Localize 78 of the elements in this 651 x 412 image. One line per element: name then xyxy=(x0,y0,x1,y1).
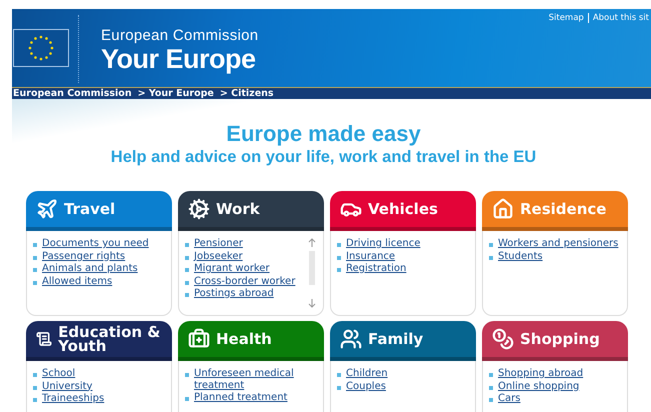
bullet-icon xyxy=(33,243,37,247)
bullet-icon xyxy=(337,373,341,377)
bullet-icon xyxy=(489,373,493,377)
bullet-icon xyxy=(489,398,493,402)
topic-link[interactable]: Cross-border worker xyxy=(194,276,296,287)
subtitle: Help and advice on your life, work and travel in the EU xyxy=(110,147,536,167)
card-title[interactable]: Education & Youth xyxy=(58,325,172,353)
topic-link[interactable]: Animals and plants xyxy=(42,263,138,274)
bullet-icon xyxy=(185,293,189,297)
bullet-icon xyxy=(337,268,341,272)
topic-link[interactable]: Insurance xyxy=(346,250,396,262)
bullet-icon xyxy=(337,243,341,247)
topic-link[interactable]: Traineeships xyxy=(42,393,104,404)
topic-link[interactable]: University xyxy=(42,380,92,392)
plane-icon xyxy=(36,198,58,220)
bullet-icon xyxy=(337,386,341,390)
bullet-icon xyxy=(33,280,37,284)
bullet-icon xyxy=(33,398,37,402)
topic-link[interactable]: Pensioner xyxy=(194,238,243,250)
topic-link[interactable]: Migrant worker xyxy=(194,263,270,274)
topic-link[interactable]: Allowed items xyxy=(42,276,112,287)
bullet-icon xyxy=(33,386,37,390)
bullet-icon xyxy=(185,373,189,377)
card-header[interactable]: Shopping xyxy=(482,321,628,361)
topic-link[interactable]: Couples xyxy=(346,380,386,392)
topic-link[interactable]: Jobseeker xyxy=(194,250,243,262)
topic-link[interactable]: Students xyxy=(498,250,543,262)
topic-link[interactable]: Children xyxy=(346,368,388,380)
breadcrumb-link[interactable]: > Your Europe xyxy=(138,88,214,99)
bullet-icon xyxy=(489,256,493,260)
topic-link[interactable]: Online shopping xyxy=(498,380,580,392)
topic-link[interactable]: Passenger rights xyxy=(42,250,126,262)
topic-link[interactable]: Cars xyxy=(498,393,520,404)
bullet-icon xyxy=(185,280,189,284)
organisation-name: European Commission xyxy=(101,27,258,44)
card-header[interactable]: Work xyxy=(178,191,324,231)
card-header[interactable]: Education & Youth xyxy=(26,321,172,361)
topic-link[interactable]: Shopping abroad xyxy=(498,368,584,380)
coins-icon xyxy=(492,328,514,350)
topic-link[interactable]: Postings abroad xyxy=(194,288,274,300)
bullet-icon xyxy=(489,243,493,247)
bullet-icon xyxy=(185,397,189,401)
site-title: Your Europe xyxy=(101,44,257,74)
topic-link[interactable]: Workers and pensioners xyxy=(498,238,618,250)
topic-link[interactable]: Unforeseen medical treatment xyxy=(194,368,317,391)
top-link[interactable]: About this sit xyxy=(588,13,649,23)
bullet-icon xyxy=(337,256,341,260)
bullet-icon xyxy=(185,256,189,260)
card-title[interactable]: Family xyxy=(368,332,424,346)
card-header[interactable]: Travel xyxy=(26,191,172,231)
card-title[interactable]: Vehicles xyxy=(368,202,438,216)
topic-link[interactable]: Registration xyxy=(346,263,406,274)
topic-link[interactable]: Planned treatment xyxy=(194,392,288,404)
card-title[interactable]: Work xyxy=(216,202,260,216)
flag-icon xyxy=(13,29,69,67)
card-header[interactable]: Health xyxy=(178,321,324,361)
bullet-icon xyxy=(489,386,493,390)
topic-link[interactable]: Documents you need xyxy=(42,238,149,250)
bullet-icon xyxy=(185,243,189,247)
breadcrumb-link[interactable]: > Citizens xyxy=(220,88,274,99)
family-icon xyxy=(340,328,362,350)
top-link[interactable]: Sitemap xyxy=(548,13,584,23)
breadcrumb-link[interactable]: European Commission xyxy=(13,88,132,99)
card-header[interactable]: Family xyxy=(330,321,476,361)
card-title[interactable]: Travel xyxy=(64,202,116,216)
topic-link[interactable]: Driving licence xyxy=(346,238,420,250)
headline: Europe made easy xyxy=(226,121,421,147)
bullet-icon xyxy=(33,268,37,272)
medical-bag-icon xyxy=(188,328,210,350)
bullet-icon xyxy=(33,256,37,260)
topic-link[interactable]: School xyxy=(42,368,76,380)
house-icon xyxy=(492,198,514,220)
card-title[interactable]: Health xyxy=(216,332,272,346)
scrollbar[interactable] xyxy=(307,238,317,308)
card-title[interactable]: Shopping xyxy=(520,332,600,346)
card-header[interactable]: Vehicles xyxy=(330,191,476,231)
bullet-icon xyxy=(33,373,37,377)
bullet-icon xyxy=(185,268,189,272)
